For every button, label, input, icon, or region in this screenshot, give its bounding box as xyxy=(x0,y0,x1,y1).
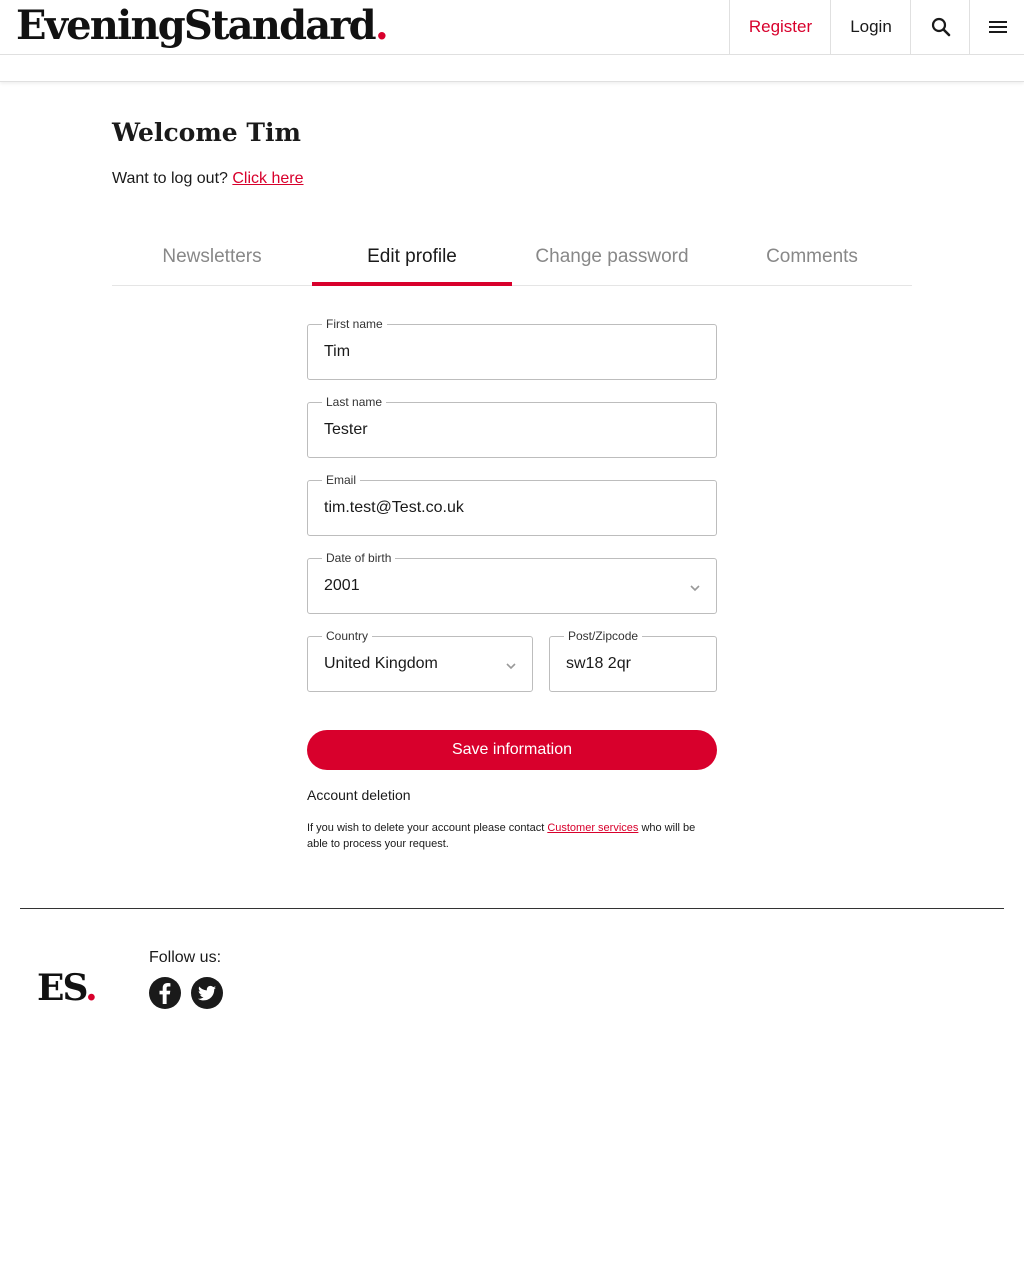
postcode-input[interactable] xyxy=(566,637,704,691)
country-value: United Kingdom xyxy=(324,655,438,672)
tab-change-password[interactable]: Change password xyxy=(512,236,712,285)
dob-value: 2001 xyxy=(324,577,360,594)
search-icon xyxy=(931,17,950,37)
facebook-icon xyxy=(159,983,171,1004)
twitter-icon xyxy=(198,985,216,1001)
dob-select[interactable]: Date of birth 2001 xyxy=(307,550,717,614)
last-name-field: Last name xyxy=(307,394,717,458)
chevron-down-icon xyxy=(690,585,700,592)
logo-dot: . xyxy=(374,2,389,49)
save-information-button[interactable]: Save information xyxy=(307,730,717,770)
twitter-link[interactable] xyxy=(191,977,223,1009)
logout-link[interactable]: Click here xyxy=(232,170,303,187)
logout-prompt-text: Want to log out? xyxy=(112,170,228,187)
account-deletion-heading: Account deletion xyxy=(307,787,411,803)
logout-prompt: Want to log out? Click here xyxy=(112,170,304,188)
menu-button[interactable] xyxy=(969,0,1024,54)
footer-logo-text: ES xyxy=(37,967,87,1009)
last-name-input[interactable] xyxy=(324,403,704,457)
account-deletion-text-before: If you wish to delete your account pleas… xyxy=(307,822,548,834)
follow-us-label: Follow us: xyxy=(149,949,222,966)
chevron-down-icon xyxy=(506,663,516,670)
email-field: Email xyxy=(307,472,717,536)
logo-text: EveningStandard xyxy=(16,2,377,49)
tab-comments[interactable]: Comments xyxy=(712,236,912,285)
hamburger-menu-icon xyxy=(988,21,1007,33)
search-button[interactable] xyxy=(910,0,970,54)
customer-services-link[interactable]: Customer services xyxy=(547,822,638,834)
site-logo[interactable]: EveningStandard. xyxy=(16,2,389,50)
account-deletion-text: If you wish to delete your account pleas… xyxy=(307,820,719,852)
profile-tabs: Newsletters Edit profile Change password… xyxy=(112,236,912,286)
tab-edit-profile[interactable]: Edit profile xyxy=(312,236,512,286)
tab-newsletters[interactable]: Newsletters xyxy=(112,236,312,285)
first-name-field: First name xyxy=(307,316,717,380)
postcode-field: Post/Zipcode xyxy=(549,628,717,692)
register-button[interactable]: Register xyxy=(729,0,831,54)
facebook-link[interactable] xyxy=(149,977,181,1009)
footer-divider xyxy=(20,908,1004,909)
sub-navigation-bar xyxy=(0,55,1024,82)
country-select[interactable]: Country United Kingdom xyxy=(307,628,533,692)
footer-logo[interactable]: ES. xyxy=(37,966,98,1010)
site-header: EveningStandard. Register Login xyxy=(0,0,1024,55)
email-input[interactable] xyxy=(324,481,704,535)
first-name-input[interactable] xyxy=(324,325,704,379)
login-button[interactable]: Login xyxy=(830,0,911,54)
footer-logo-dot: . xyxy=(85,967,97,1009)
page-title: Welcome Tim xyxy=(112,118,301,147)
